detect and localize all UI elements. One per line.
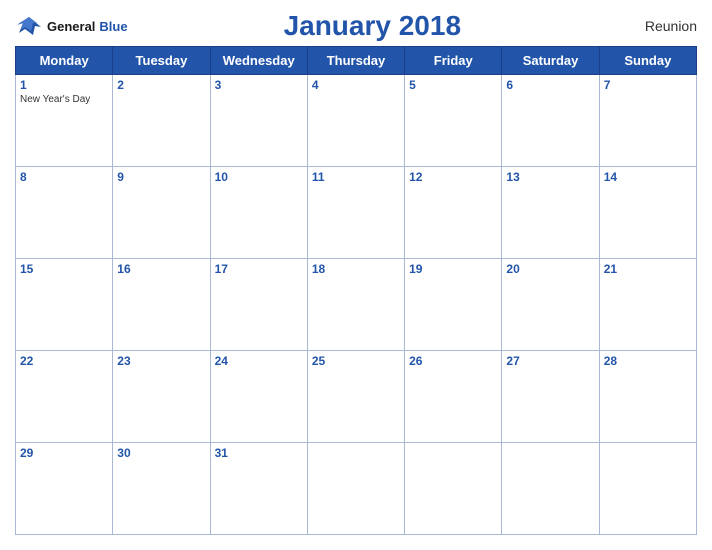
calendar-cell: 24	[210, 351, 307, 443]
weekday-header-wednesday: Wednesday	[210, 47, 307, 75]
calendar-cell: 10	[210, 167, 307, 259]
calendar-cell: 19	[405, 259, 502, 351]
day-number: 27	[506, 354, 594, 368]
day-number: 9	[117, 170, 205, 184]
weekday-header-saturday: Saturday	[502, 47, 599, 75]
day-number: 15	[20, 262, 108, 276]
calendar-cell: 21	[599, 259, 696, 351]
day-number: 20	[506, 262, 594, 276]
day-number: 30	[117, 446, 205, 460]
calendar-table: MondayTuesdayWednesdayThursdayFridaySatu…	[15, 46, 697, 535]
logo-general-text: General	[47, 19, 95, 34]
holiday-label: New Year's Day	[20, 94, 108, 105]
region-label: Reunion	[617, 18, 697, 34]
calendar-week-2: 89 10 11 12 13 14	[16, 167, 697, 259]
calendar-cell: 16	[113, 259, 210, 351]
calendar-week-5: 29 30 31	[16, 443, 697, 535]
calendar-cell: 14	[599, 167, 696, 259]
day-number: 22	[20, 354, 108, 368]
day-number: 14	[604, 170, 692, 184]
logo-icon	[15, 15, 43, 37]
calendar-cell: 2	[113, 75, 210, 167]
calendar-cell	[599, 443, 696, 535]
calendar-cell: 4	[307, 75, 404, 167]
day-number: 8	[20, 170, 108, 184]
weekday-header-tuesday: Tuesday	[113, 47, 210, 75]
calendar-cell: 5	[405, 75, 502, 167]
calendar-cell: 13	[502, 167, 599, 259]
day-number: 31	[215, 446, 303, 460]
day-number: 12	[409, 170, 497, 184]
day-number: 24	[215, 354, 303, 368]
weekday-header-friday: Friday	[405, 47, 502, 75]
weekday-header-sunday: Sunday	[599, 47, 696, 75]
weekday-header-monday: Monday	[16, 47, 113, 75]
calendar-cell	[502, 443, 599, 535]
calendar-cell: 1 New Year's Day	[16, 75, 113, 167]
day-number: 4	[312, 78, 400, 92]
day-number: 11	[312, 170, 400, 184]
day-number: 7	[604, 78, 692, 92]
calendar-cell: 20	[502, 259, 599, 351]
calendar-cell: 31	[210, 443, 307, 535]
calendar-cell: 27	[502, 351, 599, 443]
calendar-week-3: 15 16 17 18 19 20 21	[16, 259, 697, 351]
calendar-cell	[405, 443, 502, 535]
calendar-cell	[307, 443, 404, 535]
day-number: 16	[117, 262, 205, 276]
top-bar: General Blue January 2018 Reunion	[15, 10, 697, 42]
day-number: 3	[215, 78, 303, 92]
day-number: 17	[215, 262, 303, 276]
weekday-header-row: MondayTuesdayWednesdayThursdayFridaySatu…	[16, 47, 697, 75]
calendar-cell: 15	[16, 259, 113, 351]
calendar-cell: 18	[307, 259, 404, 351]
day-number: 6	[506, 78, 594, 92]
day-number: 2	[117, 78, 205, 92]
day-number: 29	[20, 446, 108, 460]
calendar-cell: 25	[307, 351, 404, 443]
calendar-cell: 17	[210, 259, 307, 351]
calendar-cell: 22	[16, 351, 113, 443]
calendar-cell: 11	[307, 167, 404, 259]
logo: General Blue	[15, 15, 128, 37]
weekday-header-thursday: Thursday	[307, 47, 404, 75]
day-number: 10	[215, 170, 303, 184]
calendar-cell: 28	[599, 351, 696, 443]
day-number: 25	[312, 354, 400, 368]
day-number: 13	[506, 170, 594, 184]
calendar-cell: 26	[405, 351, 502, 443]
day-number: 5	[409, 78, 497, 92]
calendar-week-4: 22 23 24 25 26 27 28	[16, 351, 697, 443]
calendar-cell: 6	[502, 75, 599, 167]
day-number: 21	[604, 262, 692, 276]
calendar-cell: 9	[113, 167, 210, 259]
day-number: 26	[409, 354, 497, 368]
day-number: 23	[117, 354, 205, 368]
day-number: 18	[312, 262, 400, 276]
calendar-cell: 29	[16, 443, 113, 535]
day-number: 1	[20, 78, 108, 92]
calendar-cell: 8	[16, 167, 113, 259]
calendar-cell: 7	[599, 75, 696, 167]
logo-blue-text: Blue	[99, 19, 127, 34]
calendar-cell: 23	[113, 351, 210, 443]
day-number: 19	[409, 262, 497, 276]
day-number: 28	[604, 354, 692, 368]
month-title: January 2018	[128, 10, 617, 42]
calendar-cell: 12	[405, 167, 502, 259]
calendar-week-1: 1 New Year's Day 234567	[16, 75, 697, 167]
calendar-cell: 3	[210, 75, 307, 167]
calendar-cell: 30	[113, 443, 210, 535]
